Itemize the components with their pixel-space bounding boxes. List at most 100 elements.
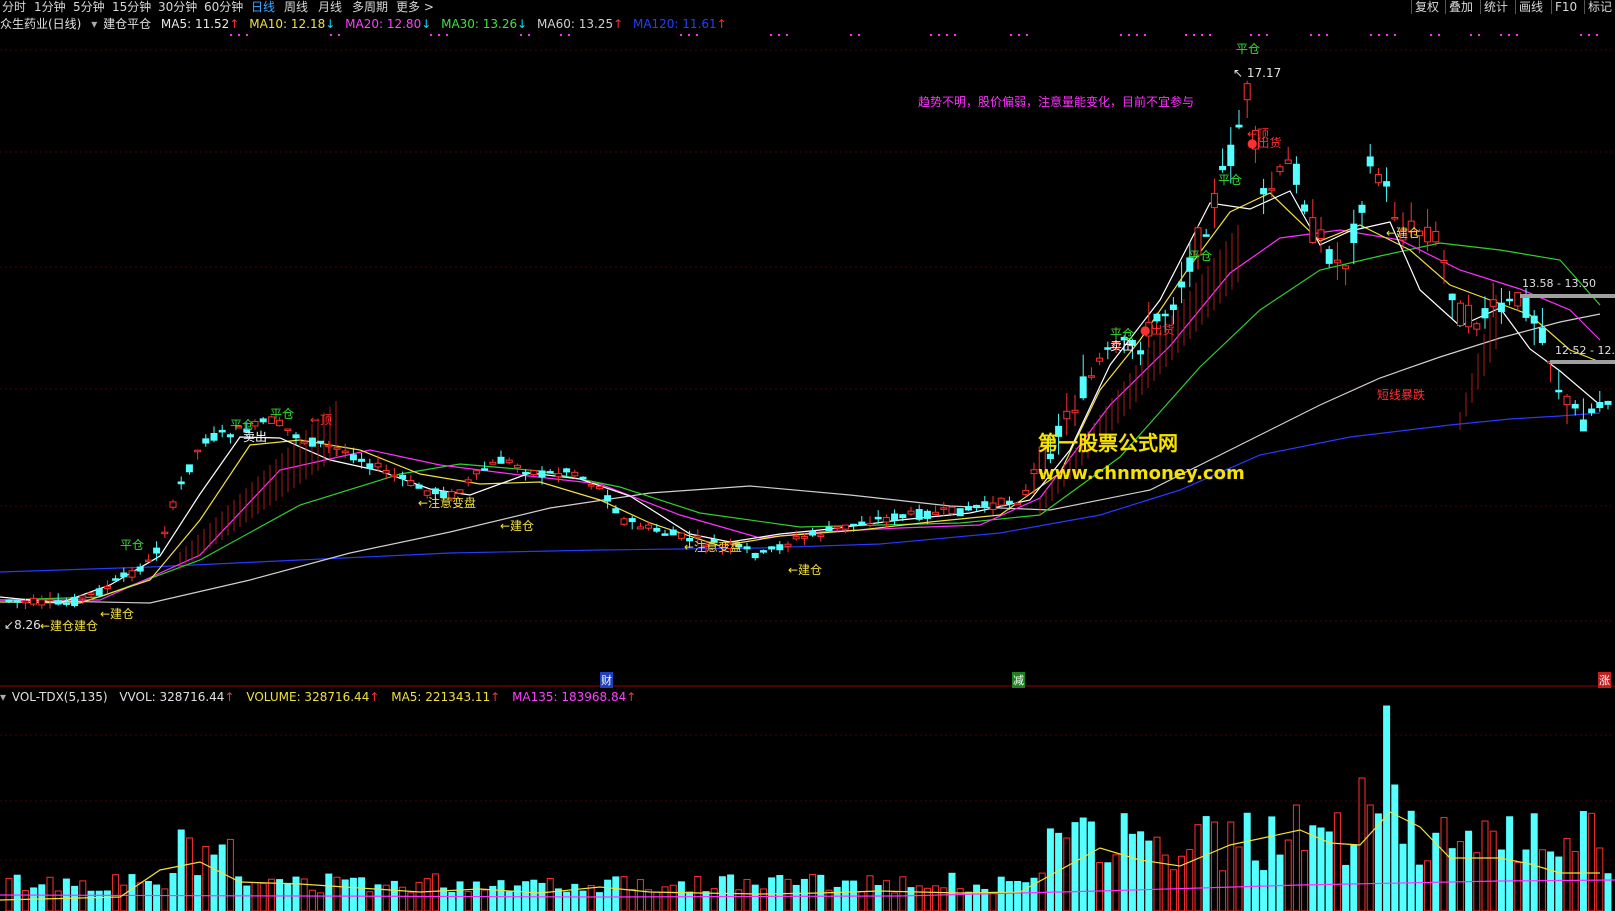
volume-bar xyxy=(153,884,161,911)
volume-bar xyxy=(226,838,234,911)
candle xyxy=(1473,321,1481,337)
signal-dot xyxy=(680,34,682,36)
signal-dot xyxy=(1430,34,1432,36)
volume-bar xyxy=(169,873,177,911)
event-marker-rise[interactable]: 涨 xyxy=(1598,672,1611,688)
volume-bar xyxy=(784,878,792,911)
volume-bar xyxy=(136,882,144,911)
candle xyxy=(1235,110,1243,130)
signal-sell-2: 卖出 xyxy=(243,430,268,444)
candle xyxy=(226,432,234,444)
signal-dot xyxy=(858,34,860,36)
signal-attention-2: ←注意变盘 xyxy=(684,540,743,554)
candle xyxy=(989,495,997,515)
low-price-label: ↙8.26 xyxy=(4,618,41,632)
volume-bar xyxy=(579,890,587,911)
volume-bar xyxy=(1268,816,1276,911)
signal-dot xyxy=(1144,34,1146,36)
signal-close-3: 平仓 xyxy=(1188,249,1213,263)
candle xyxy=(177,476,185,490)
ma60-line xyxy=(0,313,1601,604)
resistance-bar-1 xyxy=(1520,294,1615,298)
signal-close-7: 平仓 xyxy=(120,538,145,552)
kline-chart[interactable] xyxy=(0,0,1615,911)
candle xyxy=(1087,367,1095,380)
signal-dot xyxy=(430,34,432,36)
candle xyxy=(759,549,767,554)
candle xyxy=(1604,400,1612,410)
volume-bar xyxy=(243,885,251,911)
volume-bar xyxy=(1563,837,1571,911)
signal-dot xyxy=(1500,34,1502,36)
signal-dot xyxy=(1588,34,1590,36)
signal-dot xyxy=(1136,34,1138,36)
volume-bar xyxy=(1333,812,1341,911)
volume-bar xyxy=(1440,817,1448,911)
signal-dot xyxy=(1370,34,1372,36)
volume-bar xyxy=(1227,821,1235,911)
candle xyxy=(1317,216,1325,253)
candle xyxy=(144,554,152,563)
volume-bar xyxy=(1514,861,1522,911)
volume-bar xyxy=(1292,804,1300,911)
signal-dot xyxy=(1508,34,1510,36)
volume-bar xyxy=(530,879,538,911)
volume-bar xyxy=(38,884,46,911)
volume-bar xyxy=(448,891,456,911)
signal-dot xyxy=(1209,34,1211,36)
volume-bar xyxy=(1547,851,1555,911)
volume-bar xyxy=(964,891,972,911)
candle xyxy=(505,457,513,465)
candle xyxy=(497,450,505,464)
volume-bar xyxy=(1325,831,1333,911)
signal-dot xyxy=(560,34,562,36)
volume-bar xyxy=(1571,851,1579,911)
signal-dot xyxy=(770,34,772,36)
volume-bar xyxy=(1456,841,1464,911)
signal-dot xyxy=(1318,34,1320,36)
main-gridlines xyxy=(0,49,1615,861)
volume-bar xyxy=(1137,831,1145,911)
volume-bar xyxy=(932,885,940,911)
volume-bar xyxy=(1604,873,1612,911)
candle xyxy=(1530,309,1538,346)
volume-bar xyxy=(546,877,554,911)
candle xyxy=(38,595,46,609)
volume-bar xyxy=(1210,821,1218,911)
volume-bar xyxy=(669,884,677,911)
signal-dot xyxy=(946,34,948,36)
volume-bar xyxy=(1063,837,1071,911)
candle xyxy=(1210,178,1218,229)
candle xyxy=(30,594,38,607)
ma5-line xyxy=(0,190,1601,604)
event-marker-reduce[interactable]: 减 xyxy=(1012,672,1025,688)
signal-close-top: 平仓 xyxy=(1236,42,1261,56)
candle xyxy=(1465,294,1473,334)
candle xyxy=(513,463,521,473)
candle xyxy=(284,428,292,436)
volume-bar xyxy=(21,890,29,911)
signal-dot xyxy=(1201,34,1203,36)
volume-bar xyxy=(1087,821,1095,911)
candle xyxy=(669,526,677,536)
candle xyxy=(161,526,169,538)
volume-bar xyxy=(973,884,981,911)
volume-bar xyxy=(1104,862,1112,911)
volume-bar xyxy=(1391,784,1399,911)
signal-dot xyxy=(1018,34,1020,36)
volume-bar xyxy=(694,875,702,911)
signal-dot xyxy=(338,34,340,36)
volume-bar xyxy=(636,879,644,911)
volume-bar xyxy=(1235,846,1243,911)
candle xyxy=(218,424,226,438)
event-marker-finance[interactable]: 财 xyxy=(600,672,613,688)
signal-dot xyxy=(688,34,690,36)
volume-bar xyxy=(915,885,923,911)
candle xyxy=(1514,291,1522,311)
candle xyxy=(595,485,603,490)
signal-dot xyxy=(1516,34,1518,36)
signal-dot xyxy=(330,34,332,36)
volume-bar xyxy=(759,888,767,911)
candle xyxy=(1555,369,1563,400)
signal-dot xyxy=(954,34,956,36)
